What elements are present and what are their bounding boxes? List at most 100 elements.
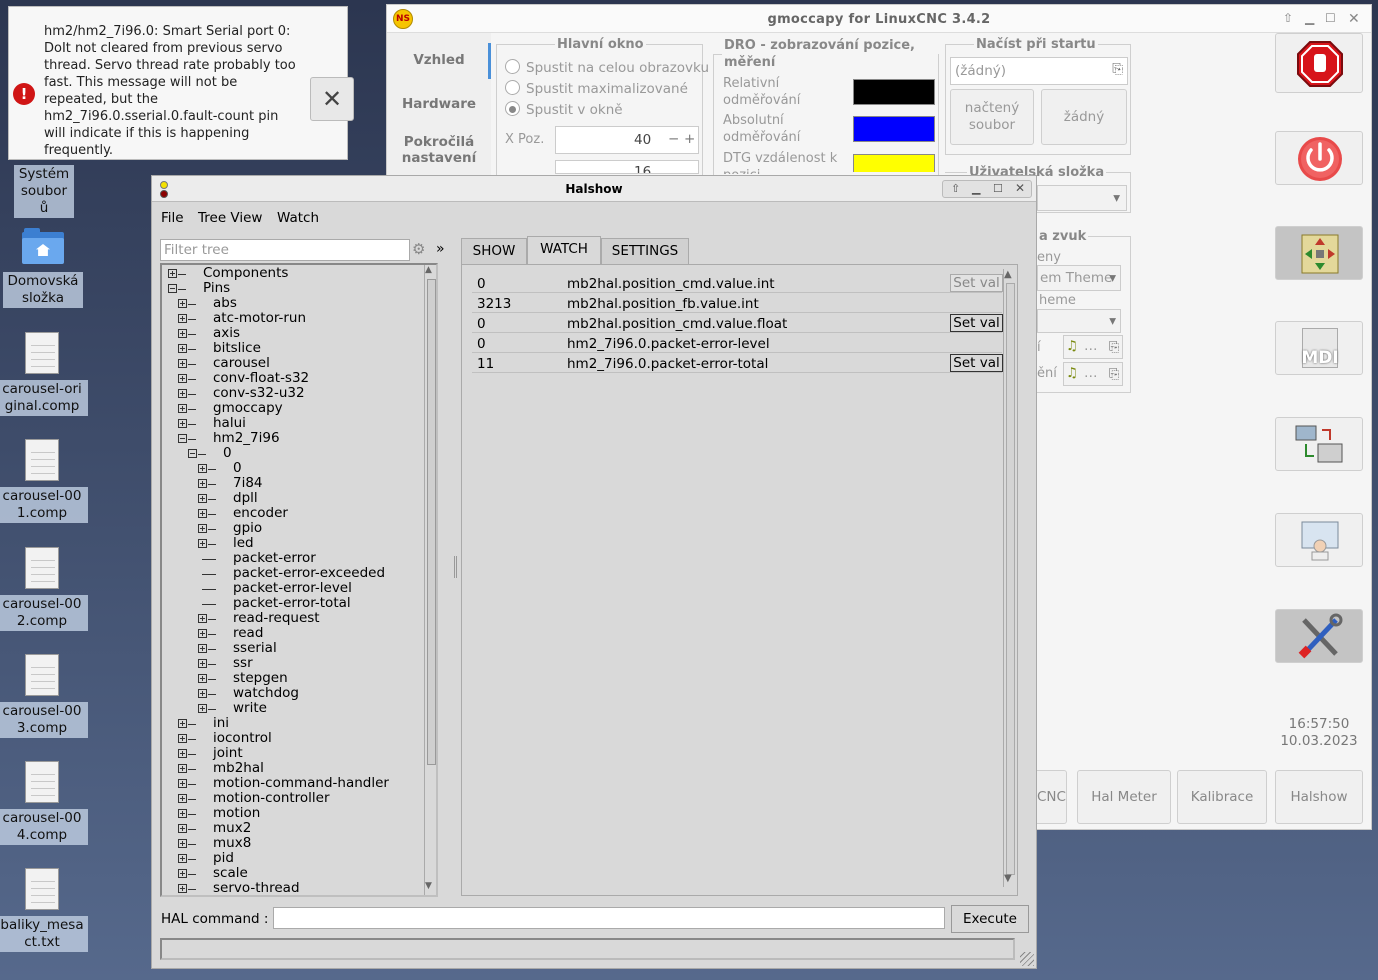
radio-fullscreen[interactable]: Spustit na celou obrazovku xyxy=(505,59,709,76)
tree-item[interactable]: carousel xyxy=(213,356,270,371)
file-open-icon[interactable]: ⎘ xyxy=(1109,366,1119,383)
tree-item[interactable]: conv-s32-u32 xyxy=(213,386,305,401)
expand-icon[interactable] xyxy=(178,809,187,818)
expand-icon[interactable] xyxy=(178,839,187,848)
more-button[interactable]: » xyxy=(436,241,445,257)
user-folder-combo[interactable]: ▾ xyxy=(1037,185,1127,211)
collapse-icon[interactable] xyxy=(168,284,177,293)
expand-icon[interactable] xyxy=(198,659,207,668)
set-value-button[interactable]: Set val xyxy=(950,314,1003,332)
tree-item[interactable]: packet-error-total xyxy=(233,596,351,611)
halshow-button[interactable]: Halshow xyxy=(1275,770,1363,824)
desktop-icon-file[interactable]: carousel-001.comp xyxy=(0,439,88,523)
tree-item[interactable]: led xyxy=(233,536,254,551)
menu-tree-view[interactable]: Tree View xyxy=(198,210,262,226)
expand-icon[interactable] xyxy=(178,749,187,758)
menu-file[interactable]: File xyxy=(161,210,184,226)
tree-item[interactable]: sserial xyxy=(233,641,277,656)
loaded-file-button[interactable]: načtený soubor xyxy=(950,89,1034,145)
tree-item[interactable]: read-request xyxy=(233,611,320,626)
expand-icon[interactable] xyxy=(198,464,207,473)
resize-grip-icon[interactable] xyxy=(1020,952,1034,966)
tree-item[interactable]: mb2hal xyxy=(213,761,264,776)
tab-watch[interactable]: WATCH xyxy=(527,236,601,264)
expand-icon[interactable] xyxy=(178,329,187,338)
tree-item[interactable]: watchdog xyxy=(233,686,299,701)
halshow-titlebar[interactable]: Halshow ⇧ ▁ ☐ ✕ xyxy=(152,176,1036,202)
expand-icon[interactable] xyxy=(178,779,187,788)
tree-item[interactable]: atc-motor-run xyxy=(213,311,306,326)
startup-file-chooser[interactable]: (žádný) ⎘ xyxy=(950,57,1128,85)
expand-icon[interactable] xyxy=(198,629,207,638)
expand-icon[interactable] xyxy=(178,314,187,323)
expand-icon[interactable] xyxy=(178,419,187,428)
tree-item[interactable]: joint xyxy=(213,746,243,761)
tree-item[interactable]: encoder xyxy=(233,506,288,521)
scroll-down-icon[interactable]: ▼ xyxy=(425,881,432,891)
tab-settings[interactable]: SETTINGS xyxy=(601,238,689,264)
expand-icon[interactable] xyxy=(198,644,207,653)
tree-item[interactable]: mux8 xyxy=(213,836,251,851)
radio-window[interactable]: Spustit v okně xyxy=(505,101,623,118)
tab-hardware[interactable]: Hardware xyxy=(387,96,491,112)
none-button[interactable]: žádný xyxy=(1041,89,1127,145)
tab-show[interactable]: SHOW xyxy=(461,238,527,264)
settings-button[interactable] xyxy=(1275,609,1363,663)
calibration-button[interactable]: Kalibrace xyxy=(1177,770,1267,824)
tree-item[interactable]: scale xyxy=(213,866,248,881)
dtg-color-swatch[interactable] xyxy=(853,154,935,172)
plus-icon[interactable]: + xyxy=(684,131,695,147)
filter-tree-input[interactable]: Filter tree xyxy=(160,239,410,261)
tree-item[interactable]: packet-error-exceeded xyxy=(233,566,385,581)
tree-scroll-thumb[interactable] xyxy=(427,279,436,765)
expand-icon[interactable] xyxy=(178,824,187,833)
machine-power-button[interactable] xyxy=(1275,131,1363,185)
tree-item[interactable]: conv-float-s32 xyxy=(213,371,309,386)
maximize-icon[interactable]: ☐ xyxy=(1325,11,1336,25)
mdi-mode-button[interactable]: MDI xyxy=(1275,321,1363,375)
tree-item[interactable]: 0 xyxy=(223,446,232,461)
x-pos-spinbox[interactable]: 40 − + xyxy=(555,126,699,154)
scroll-up-icon[interactable]: ▲ xyxy=(1004,269,1012,280)
maximize-icon[interactable]: ☐ xyxy=(993,182,1003,195)
expand-icon[interactable] xyxy=(198,674,207,683)
desktop-icon-file[interactable]: carousel-003.comp xyxy=(0,654,88,738)
tree-item[interactable]: ssr xyxy=(233,656,253,671)
user-tabs-button[interactable] xyxy=(1275,513,1363,567)
expand-icon[interactable] xyxy=(178,764,187,773)
expand-icon[interactable] xyxy=(178,869,187,878)
tree-item[interactable]: motion-command-handler xyxy=(213,776,389,791)
tree-item[interactable]: gpio xyxy=(233,521,262,536)
tree-item[interactable]: servo-thread xyxy=(213,881,300,896)
collapse-icon[interactable] xyxy=(188,449,197,458)
theme-combo[interactable]: em Theme ▾ xyxy=(1037,265,1121,291)
rel-color-swatch[interactable] xyxy=(853,79,935,105)
expand-icon[interactable] xyxy=(178,374,187,383)
expand-icon[interactable] xyxy=(178,719,187,728)
desktop-icon-file[interactable]: baliky_mesact.txt xyxy=(0,868,88,952)
expand-icon[interactable] xyxy=(198,539,207,548)
tree-item[interactable]: 7i84 xyxy=(233,476,263,491)
menu-watch[interactable]: Watch xyxy=(277,210,319,226)
desktop-icon-home[interactable]: Domovská složka xyxy=(0,228,89,308)
hal-command-input[interactable] xyxy=(273,907,945,929)
expand-icon[interactable] xyxy=(178,854,187,863)
scroll-down-icon[interactable]: ▼ xyxy=(1004,873,1012,884)
tree-item[interactable]: gmoccapy xyxy=(213,401,283,416)
set-value-button[interactable]: Set val xyxy=(950,274,1003,292)
tree-item[interactable]: Components xyxy=(203,266,288,281)
abs-color-swatch[interactable] xyxy=(853,116,935,142)
tree-item[interactable]: hm2_7i96 xyxy=(213,431,280,446)
shade-icon[interactable]: ⇧ xyxy=(1283,11,1293,25)
tree-item[interactable]: 0 xyxy=(233,461,242,476)
expand-icon[interactable] xyxy=(178,794,187,803)
collapse-icon[interactable] xyxy=(178,434,187,443)
desktop-icon-filesystem[interactable]: Systém souborů xyxy=(0,165,90,218)
tree-item[interactable]: dpll xyxy=(233,491,258,506)
tab-vzhled[interactable]: Vzhled xyxy=(387,52,491,68)
tree-item[interactable]: packet-error xyxy=(233,551,316,566)
expand-icon[interactable] xyxy=(178,884,187,893)
tree-item[interactable]: abs xyxy=(213,296,237,311)
expand-icon[interactable] xyxy=(198,494,207,503)
minus-icon[interactable]: − xyxy=(668,131,679,147)
